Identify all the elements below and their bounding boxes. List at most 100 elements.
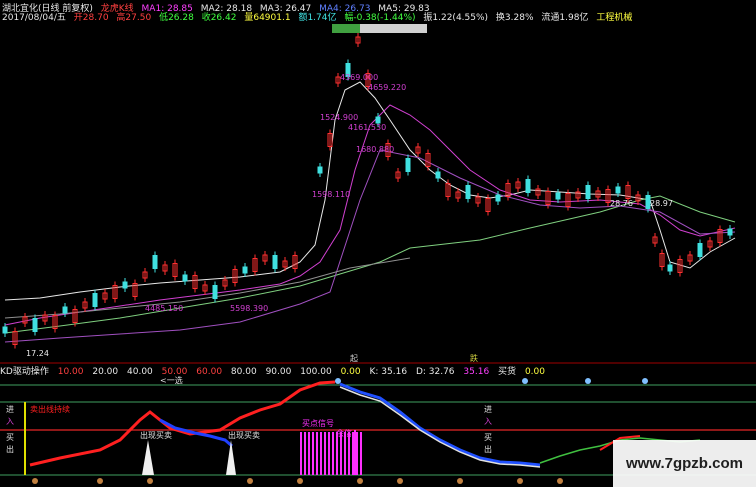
candle-body [152, 255, 158, 269]
candle-body [272, 255, 278, 269]
signal-dot [32, 478, 38, 484]
status-value: 0.00 [340, 367, 361, 377]
j-value: 35.16 [463, 367, 490, 377]
candle-body [317, 166, 323, 174]
scale-3: 40.00 [127, 367, 153, 377]
price-label: 1524.900 [320, 113, 358, 122]
candle-body [242, 266, 248, 274]
signal-bar [360, 432, 362, 475]
marker-down: 跌 [470, 353, 478, 363]
signal-dot [457, 478, 463, 484]
signal-dot [557, 478, 563, 484]
candle-body [667, 264, 673, 272]
candle-body [122, 281, 128, 289]
signal-dot [585, 378, 591, 384]
signal-dot [517, 478, 523, 484]
chart-area[interactable]: 4369.000 4659.220 1524.900 4161.530 1680… [0, 0, 756, 487]
ma-line-purple [4, 149, 736, 343]
signal-bar [356, 432, 358, 475]
signal-bar [300, 432, 302, 475]
candle-body [525, 179, 531, 193]
price-labels: 4369.000 4659.220 1524.900 4161.530 1680… [26, 73, 673, 358]
signal-bar [336, 432, 338, 475]
candle-body [727, 228, 733, 236]
candle-body [697, 243, 703, 257]
signal-bar [320, 432, 322, 475]
signal-label-2: 出现买卖 [140, 430, 172, 440]
signal-dot [297, 478, 303, 484]
label-right-4: 出 [484, 444, 492, 454]
price-label: 5598.390 [230, 304, 268, 313]
label-left-2: 入 [6, 417, 14, 426]
candle-body [585, 185, 591, 199]
buy-value: 0.00 [524, 367, 545, 377]
watermark: www.7gpzb.com [613, 440, 756, 487]
signal-bar [312, 432, 314, 475]
label-right-3: 买 [484, 433, 492, 442]
price-label: 28.76 [610, 199, 633, 208]
price-label: 4485.150 [145, 304, 183, 313]
candle-body [555, 192, 561, 200]
price-label: 17.24 [26, 349, 49, 358]
signal-dot [147, 478, 153, 484]
buy-label: 买货 [498, 367, 517, 377]
indicator-bar: KD驱动操作 10.00 20.00 40.00 50.00 60.00 80.… [0, 364, 756, 377]
signal-bar [354, 430, 356, 475]
signal-label-4: 买点信号 [302, 418, 334, 428]
candle-body [212, 285, 218, 299]
signal-dot [97, 478, 103, 484]
signal-bar [316, 432, 318, 475]
signal-bar [324, 432, 326, 475]
label-left-1: 进 [6, 405, 14, 414]
candle-body [465, 185, 471, 199]
signal-bar [344, 432, 346, 475]
signal-bar [348, 432, 350, 475]
price-label: 1680.880 [356, 145, 394, 154]
signal-bar [304, 432, 306, 475]
signal-bar [340, 432, 342, 475]
candle-body [62, 306, 68, 314]
signal-dot [642, 378, 648, 384]
signal-bars [300, 430, 362, 475]
indicator-name[interactable]: KD驱动操作 [0, 367, 49, 377]
label-right-1: 进 [484, 405, 492, 414]
marker-up: 起 [350, 354, 358, 363]
k-line-white [339, 386, 541, 468]
candle-body [495, 194, 501, 202]
scale-8: 100.00 [300, 367, 332, 377]
candle-body [2, 326, 8, 334]
scale-2: 20.00 [92, 367, 119, 377]
signal-label-5: 余信 [336, 428, 352, 438]
signal-bar [328, 432, 330, 475]
candle-body [435, 171, 441, 179]
signal-dot [335, 378, 341, 384]
price-label: 4659.220 [368, 83, 406, 92]
spike-1 [142, 440, 154, 475]
k-value: K: 35.16 [369, 367, 408, 377]
scale-7: 90.00 [265, 367, 292, 377]
price-label: 4161.530 [348, 123, 386, 132]
candle-body [405, 158, 411, 172]
ma-lines [4, 81, 736, 343]
signal-dot [247, 478, 253, 484]
signal-label-3: 出现买卖 [228, 430, 260, 440]
k-line-blue-2 [339, 382, 541, 467]
label-left-3: 买 [6, 433, 14, 442]
candle-body [32, 318, 38, 332]
signal-dot [357, 478, 363, 484]
k-line-red [29, 380, 336, 467]
signal-bar [352, 432, 354, 475]
price-label: 28.97 [650, 199, 673, 208]
candle-body [92, 293, 98, 307]
candle-body [615, 186, 621, 194]
signal-dot [522, 378, 528, 384]
label-left-4: 出 [6, 444, 14, 454]
scale-4: 50.00 [161, 367, 188, 377]
signal-bar [332, 432, 334, 475]
scale-5: 60.00 [196, 367, 223, 377]
signal-dot [397, 478, 403, 484]
price-label: 1598.110 [312, 190, 350, 199]
signal-bar [308, 432, 310, 475]
candle-body [182, 274, 188, 282]
d-value: D: 32.76 [415, 367, 455, 377]
